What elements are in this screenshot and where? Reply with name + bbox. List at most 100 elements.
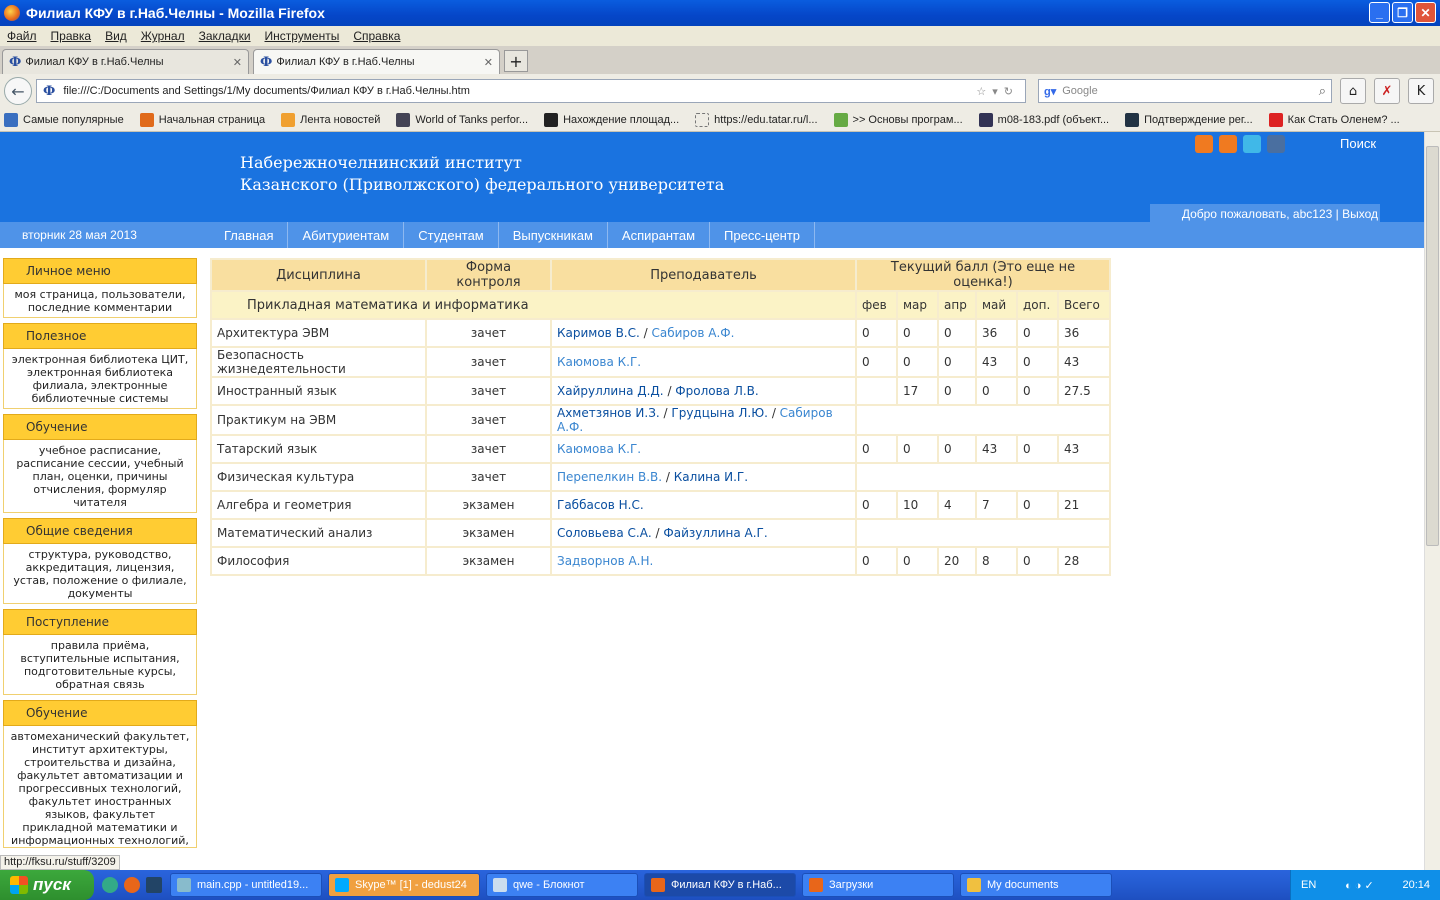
teacher-link[interactable]: Файзуллина А.Г.	[663, 526, 767, 540]
bookmark-item[interactable]: Подтверждение рег...	[1121, 112, 1253, 127]
program-name: Прикладная математика и информатика	[210, 290, 857, 320]
menu-view[interactable]: Вид	[98, 29, 134, 43]
sidebar-block-links[interactable]: структура, руководство, аккредитация, ли…	[3, 544, 197, 604]
teacher-link[interactable]: Сабиров А.Ф.	[651, 326, 734, 340]
nav-postgraduates[interactable]: Аспирантам	[608, 222, 711, 248]
menu-help[interactable]: Справка	[346, 29, 407, 43]
taskbar-window-button[interactable]: My documents	[960, 873, 1112, 897]
sidebar-block-title[interactable]: Поступление	[3, 609, 197, 635]
welcome-bar[interactable]: Добро пожаловать, abc123 | Выход	[1150, 204, 1380, 224]
rss-icon[interactable]	[1195, 135, 1213, 153]
teacher-link[interactable]: Ахметзянов И.З.	[557, 406, 660, 420]
sidebar-block-title[interactable]: Обучение	[3, 414, 197, 440]
bookmark-label: Как Стать Оленем? ...	[1287, 113, 1400, 126]
address-bar[interactable]: Ф file:///C:/Documents and Settings/1/My…	[36, 79, 1026, 103]
teacher-link[interactable]: Грудцына Л.Ю.	[671, 406, 768, 420]
grades-panel: Дисциплина Форма контроля Преподаватель …	[210, 258, 1112, 576]
browser-tab-2[interactable]: Ф Филиал КФУ в г.Наб.Челны ✕	[253, 49, 500, 74]
bookmark-item[interactable]: >> Основы програм...	[830, 112, 963, 127]
bookmark-item[interactable]: https://edu.tatar.ru/l...	[691, 112, 818, 127]
score-cell: 0	[855, 434, 898, 464]
sidebar-block-links[interactable]: моя страница, пользователи, последние ко…	[3, 284, 197, 318]
address-url: file:///C:/Documents and Settings/1/My d…	[63, 85, 470, 97]
teacher-link[interactable]: Задворнов А.Н.	[557, 554, 653, 568]
teacher-link[interactable]: Габбасов Н.С.	[557, 498, 644, 512]
sidebar-block-title[interactable]: Общие сведения	[3, 518, 197, 544]
search-icon[interactable]: ⌕	[1319, 83, 1326, 99]
vertical-scrollbar[interactable]	[1424, 132, 1440, 870]
tray-icons[interactable]: ◐ ◑ ✓	[1345, 879, 1374, 892]
site-search-link[interactable]: Поиск	[1340, 136, 1376, 151]
teacher-link[interactable]: Перепелкин В.В.	[557, 470, 662, 484]
teacher-cell: Соловьева С.А. / Файзуллина А.Г.	[550, 518, 857, 548]
score-cell: 27.5	[1057, 376, 1111, 406]
rss-icon[interactable]	[1219, 135, 1237, 153]
menu-button[interactable]: K	[1408, 78, 1434, 104]
home-button[interactable]: ⌂	[1340, 78, 1366, 104]
firefox-icon[interactable]	[124, 877, 140, 893]
scrollbar-thumb[interactable]	[1426, 146, 1439, 546]
discipline-cell: Алгебра и геометрия	[210, 490, 427, 520]
vkontakte-icon[interactable]	[1267, 135, 1285, 153]
start-button[interactable]: пуск	[0, 870, 94, 900]
minimize-button[interactable]: _	[1369, 2, 1390, 23]
menu-file[interactable]: Файл	[0, 29, 44, 43]
nav-students[interactable]: Студентам	[404, 222, 499, 248]
taskbar-window-button[interactable]: main.cpp - untitled19...	[170, 873, 322, 897]
nav-applicants[interactable]: Абитуриентам	[288, 222, 405, 248]
teacher-link[interactable]: Каюмова К.Г.	[557, 442, 641, 456]
menu-history[interactable]: Журнал	[134, 29, 192, 43]
score-cell: 0	[896, 546, 939, 576]
teacher-link[interactable]: Калина И.Г.	[674, 470, 748, 484]
table-row: Практикум на ЭВМ зачет Ахметзянов И.З. / Г…	[210, 404, 1111, 436]
search-input[interactable]: g▾ Google ⌕	[1038, 79, 1332, 103]
bookmark-item[interactable]: Как Стать Оленем? ...	[1265, 112, 1400, 127]
teacher-link[interactable]: Фролова Л.В.	[675, 384, 758, 398]
taskbar-window-button[interactable]: qwe - Блокнот	[486, 873, 638, 897]
sidebar-block-links[interactable]: учебное расписание, расписание сессии, у…	[3, 440, 197, 513]
menu-tools[interactable]: Инструменты	[258, 29, 347, 43]
bookmark-item[interactable]: Нахождение площад...	[540, 112, 679, 127]
nav-main[interactable]: Главная	[210, 222, 289, 248]
teacher-link[interactable]: Каримов В.С.	[557, 326, 640, 340]
twitter-icon[interactable]	[1243, 135, 1261, 153]
menu-edit[interactable]: Правка	[44, 29, 99, 43]
language-indicator[interactable]: EN	[1301, 879, 1316, 891]
score-cell: 36	[975, 318, 1018, 348]
bookmark-item[interactable]: m08-183.pdf (объект...	[975, 112, 1109, 127]
taskbar-window-button[interactable]: Филиал КФУ в г.Наб...	[644, 873, 796, 897]
new-tab-button[interactable]: +	[504, 50, 528, 72]
sidebar-block-title[interactable]: Полезное	[3, 323, 197, 349]
bookmark-item[interactable]: Самые популярные	[0, 112, 124, 127]
maximize-button[interactable]: ❐	[1392, 2, 1413, 23]
teacher-link[interactable]: Каюмова К.Г.	[557, 355, 641, 369]
sidebar-block: Личное меню моя страница, пользователи, п…	[3, 258, 197, 318]
desktop-icon[interactable]	[146, 877, 162, 893]
teacher-link[interactable]: Хайруллина Д.Д.	[557, 384, 664, 398]
chrome-icon[interactable]	[102, 877, 118, 893]
bookmark-item[interactable]: Лента новостей	[277, 112, 380, 127]
tab-close-icon[interactable]: ✕	[484, 56, 493, 69]
sidebar-block-links[interactable]: правила приёма, вступительные испытания,…	[3, 635, 197, 695]
bookmark-item[interactable]: World of Tanks perfor...	[392, 112, 528, 127]
bookmark-item[interactable]: Начальная страница	[136, 112, 265, 127]
nav-graduates[interactable]: Выпускникам	[499, 222, 608, 248]
control-cell: зачет	[425, 404, 552, 436]
taskbar-button-label: Загрузки	[829, 879, 874, 891]
sidebar-block-links[interactable]: автомеханический факультет, институт арх…	[3, 726, 197, 848]
taskbar-window-button[interactable]: Загрузки	[802, 873, 954, 897]
back-button[interactable]: ←	[4, 77, 32, 105]
sidebar-block-links[interactable]: электронная библиотека ЦИТ, электронная …	[3, 349, 197, 409]
menu-bookmarks[interactable]: Закладки	[192, 29, 258, 43]
teacher-link[interactable]: Соловьева С.А.	[557, 526, 652, 540]
sidebar-block-title[interactable]: Обучение	[3, 700, 197, 726]
browser-tab-1[interactable]: Ф Филиал КФУ в г.Наб.Челны ✕	[2, 49, 249, 74]
nav-press[interactable]: Пресс-центр	[710, 222, 816, 248]
address-bar-icons[interactable]: ☆▾↻	[976, 85, 1019, 98]
tab-close-icon[interactable]: ✕	[233, 56, 242, 69]
month-total: Всего	[1057, 290, 1111, 320]
taskbar-window-button[interactable]: Skype™ [1] - dedust24	[328, 873, 480, 897]
sidebar-block-title[interactable]: Личное меню	[3, 258, 197, 284]
addon-icon[interactable]: ✗	[1374, 78, 1400, 104]
close-button[interactable]: ✕	[1415, 2, 1436, 23]
